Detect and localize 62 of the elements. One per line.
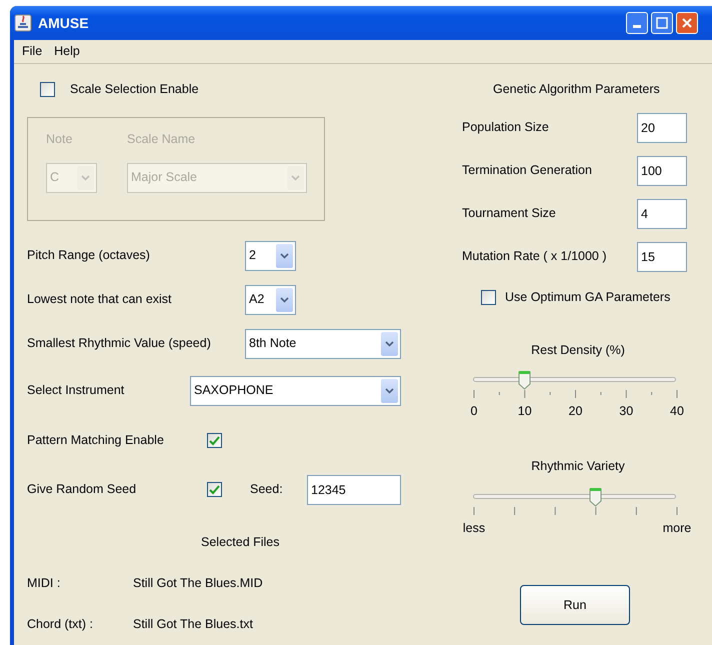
maximize-button[interactable] [651, 12, 673, 34]
field-label: Note [46, 130, 74, 148]
param-label: Termination Generation [462, 162, 593, 180]
checkbox[interactable] [40, 82, 55, 97]
tick-label: 40 [670, 403, 684, 420]
minimize-button[interactable] [626, 12, 648, 34]
setting-label: Select Instrument [27, 382, 126, 400]
section-title: Selected Files [201, 534, 281, 551]
caret-icon [291, 174, 300, 180]
slider-label: Rest Density (%) [530, 342, 626, 359]
seed-field[interactable]: 12345 [307, 474, 401, 505]
seed-label: Seed: [250, 481, 284, 498]
setting-label: Pattern Matching Enable [27, 432, 165, 450]
file-label: MIDI : [27, 574, 62, 592]
checkbox[interactable] [207, 433, 222, 448]
caret-icon [385, 388, 394, 394]
checkbox[interactable] [481, 290, 496, 305]
setting-label: Smallest Rhythmic Value (speed) [27, 335, 212, 352]
file-name: Still Got The Blues.txt [133, 616, 253, 634]
close-icon [681, 17, 693, 29]
field-label: Scale Name [127, 130, 196, 148]
setting-label: Pitch Range (octaves) [27, 247, 151, 264]
file-label: Chord (txt) : [27, 616, 94, 634]
setting-label: Lowest note that can exist [27, 291, 173, 308]
tick-label: 20 [568, 403, 582, 420]
caret-icon [280, 252, 289, 259]
caret-icon [81, 174, 90, 180]
param-label: Mutation Rate ( x 1/1000 ) [462, 248, 608, 266]
number-field[interactable]: 15 [637, 242, 687, 272]
caret-icon [385, 340, 394, 347]
slider-label: Rhythmic Variety [530, 458, 626, 476]
window-title: AMUSE [38, 14, 89, 32]
tick-label: 30 [619, 403, 634, 420]
app-icon [14, 14, 32, 32]
tick-label: 0 [470, 403, 478, 420]
caret-icon [280, 296, 289, 303]
slider-thumb[interactable] [518, 370, 532, 390]
tick-label: less [462, 520, 486, 537]
run-button[interactable]: Run [520, 585, 630, 625]
dropdown[interactable]: SAXOPHONE [190, 376, 401, 406]
dropdown[interactable]: 2 [245, 240, 296, 271]
param-label: Population Size [462, 119, 550, 136]
menu-item[interactable]: Help [50, 42, 84, 61]
file-name: Still Got The Blues.MID [133, 574, 263, 592]
checkbox-label: Use Optimum GA Parameters [505, 288, 670, 306]
menu-item[interactable]: File [18, 42, 46, 61]
checkbox-label: Scale Selection Enable [70, 81, 199, 98]
number-field[interactable]: 100 [637, 156, 687, 186]
tick-label: more [662, 520, 692, 537]
dropdown[interactable]: A2 [245, 284, 296, 315]
setting-label: Give Random Seed [27, 481, 138, 498]
slider-thumb[interactable] [588, 487, 602, 507]
number-field[interactable]: 4 [637, 198, 687, 229]
minimize-icon [633, 25, 641, 28]
section-title: Genetic Algorithm Parameters [493, 81, 661, 98]
checkbox[interactable] [207, 482, 222, 498]
tick-label: 10 [518, 403, 532, 420]
number-field[interactable]: 20 [637, 112, 687, 143]
close-button[interactable] [676, 12, 698, 34]
param-label: Tournament Size [462, 205, 557, 222]
dropdown[interactable]: 8th Note [245, 328, 401, 359]
maximize-icon [656, 17, 668, 29]
